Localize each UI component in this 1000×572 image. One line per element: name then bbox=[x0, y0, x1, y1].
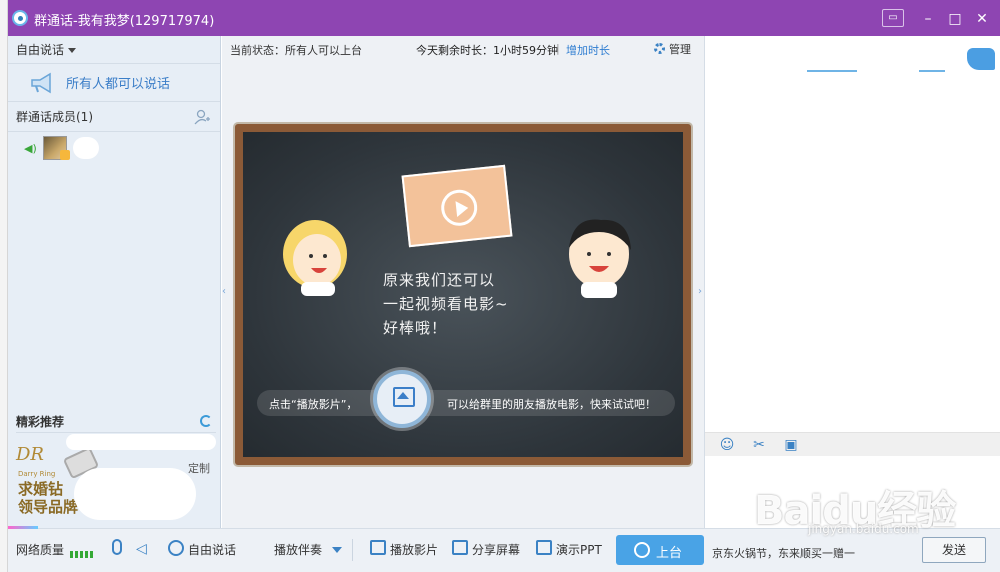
gear-icon bbox=[654, 43, 665, 54]
chat-redacted-line bbox=[807, 70, 857, 72]
recommend-section: 精彩推荐 DR Darry Ring 求婚钻 领导品牌 定制 bbox=[16, 411, 216, 523]
separator: | bbox=[556, 42, 560, 55]
close-icon[interactable]: ✕ bbox=[970, 9, 994, 29]
divider bbox=[352, 539, 353, 561]
member-badge-icon bbox=[60, 150, 70, 160]
mic-icon[interactable] bbox=[112, 539, 122, 555]
present-ppt-button[interactable]: 演示PPT bbox=[556, 541, 602, 558]
scissors-icon[interactable]: ✂ bbox=[751, 437, 767, 453]
collapse-left-icon[interactable]: ‹ bbox=[222, 286, 226, 297]
chalkboard: 原来我们还可以 一起视频看电影~ 好棒哦！ 点击“播放影片”， 可以给群里的朋友… bbox=[235, 124, 691, 465]
chat-redacted-blob bbox=[967, 48, 995, 70]
share-screen-icon bbox=[452, 540, 468, 555]
ad-logo: DR bbox=[16, 444, 44, 465]
ad-logo-sub: Darry Ring bbox=[18, 470, 56, 478]
member-item[interactable]: ◀) bbox=[8, 132, 220, 164]
play-movie-big-button[interactable] bbox=[373, 370, 431, 428]
chalk-message: 原来我们还可以 一起视频看电影~ 好棒哦！ bbox=[383, 268, 509, 340]
play-movie-icon bbox=[370, 540, 386, 555]
signal-icon bbox=[70, 547, 96, 558]
sound-icon: ◀) bbox=[24, 141, 37, 155]
add-member-icon[interactable] bbox=[194, 109, 210, 125]
group-call-window: 群通话-我有我梦(129717974) ▭ – □ ✕ 自由说话 所有人都可以说… bbox=[0, 0, 1000, 572]
members-header: 群通话成员(1) bbox=[8, 102, 220, 132]
main-stage: 当前状态：所有人可以上台 今天剩余时长：1小时59分钟 | 增加时长 管理 ‹ … bbox=[222, 36, 704, 528]
chat-redacted-line-2 bbox=[919, 70, 945, 72]
collapse-right-icon[interactable]: › bbox=[698, 286, 702, 297]
chat-panel: ☺ ✂ ▣ bbox=[704, 36, 1000, 528]
chalk-line-3: 好棒哦！ bbox=[383, 319, 448, 337]
member-name-redacted bbox=[72, 137, 99, 159]
chat-toolbar: ☺ ✂ ▣ bbox=[705, 432, 1000, 456]
ad-redacted-top bbox=[66, 434, 216, 450]
stage-icon bbox=[634, 542, 650, 558]
girl-illustration bbox=[283, 220, 347, 296]
window-left-edge bbox=[0, 0, 8, 572]
app-logo-icon bbox=[12, 10, 28, 26]
chalk-line-1: 原来我们还可以 bbox=[383, 271, 496, 289]
play-icon bbox=[439, 187, 479, 228]
status-bar: 当前状态：所有人可以上台 今天剩余时长：1小时59分钟 | 增加时长 管理 bbox=[222, 36, 704, 62]
watermark-sub: jingyan.baidu.com bbox=[808, 522, 919, 536]
speaker-icon[interactable]: ◁ bbox=[136, 541, 147, 557]
minimize-icon[interactable]: – bbox=[916, 9, 940, 29]
video-card-illustration bbox=[401, 164, 513, 248]
hint-right: 可以给群里的朋友播放电影，快来试试吧！ bbox=[447, 398, 656, 411]
refresh-icon[interactable] bbox=[200, 415, 212, 427]
maximize-icon[interactable]: □ bbox=[943, 9, 967, 29]
title-bar: 群通话-我有我梦(129717974) ▭ – □ ✕ bbox=[0, 0, 1000, 36]
left-panel: 自由说话 所有人都可以说话 群通话成员(1) ◀) 精彩推荐 DR Darry … bbox=[8, 36, 221, 528]
current-status: 当前状态：所有人可以上台 bbox=[230, 44, 362, 57]
boy-illustration bbox=[569, 219, 631, 298]
free-talk-button[interactable]: 自由说话 bbox=[188, 541, 236, 558]
chalkboard-surface: 原来我们还可以 一起视频看电影~ 好棒哦！ 点击“播放影片”， 可以给群里的朋友… bbox=[243, 132, 683, 457]
ad-redacted-bottom bbox=[74, 468, 196, 520]
chalk-line-2: 一起视频看电影~ bbox=[383, 295, 509, 313]
rainbow-accent bbox=[8, 526, 38, 529]
manage-button[interactable]: 管理 bbox=[654, 41, 691, 57]
megaphone-icon bbox=[31, 72, 51, 93]
remaining-time: 今天剩余时长：1小时59分钟 bbox=[416, 44, 558, 57]
ppt-icon bbox=[536, 540, 552, 555]
recommend-title: 精彩推荐 bbox=[16, 411, 216, 433]
add-time-link[interactable]: 增加时长 bbox=[566, 42, 610, 58]
chevron-down-icon bbox=[68, 48, 77, 53]
chevron-down-icon[interactable] bbox=[332, 547, 342, 553]
ad-custom-label: 定制 bbox=[188, 462, 210, 475]
speak-status-label: 所有人都可以说话 bbox=[66, 77, 171, 92]
play-movie-hint: 点击“播放影片”， 可以给群里的朋友播放电影，快来试试吧！ bbox=[257, 390, 675, 416]
stage-label: 上台 bbox=[656, 546, 683, 561]
hint-left: 点击“播放影片”， bbox=[269, 398, 358, 411]
ad-banner[interactable]: DR Darry Ring 求婚钻 领导品牌 定制 bbox=[16, 434, 216, 523]
play-movie-button[interactable]: 播放影片 bbox=[390, 541, 438, 558]
skin-icon[interactable]: ▭ bbox=[882, 9, 904, 27]
send-button[interactable]: 发送 bbox=[922, 537, 986, 563]
mode-selector[interactable]: 自由说话 bbox=[8, 36, 220, 64]
emoji-icon[interactable]: ☺ bbox=[719, 437, 735, 453]
window-title: 群通话-我有我梦(129717974) bbox=[34, 14, 215, 29]
image-icon[interactable]: ▣ bbox=[783, 437, 799, 453]
stage-button[interactable]: 上台 bbox=[616, 535, 704, 565]
free-talk-icon bbox=[168, 540, 184, 556]
accompany-button[interactable]: 播放伴奏 bbox=[274, 541, 322, 558]
speak-status: 所有人都可以说话 bbox=[8, 64, 220, 102]
network-quality-label: 网络质量 bbox=[16, 543, 65, 557]
mode-label: 自由说话 bbox=[16, 43, 65, 57]
share-screen-button[interactable]: 分享屏幕 bbox=[472, 541, 520, 558]
members-title: 群通话成员(1) bbox=[16, 110, 93, 124]
chat-ad-line[interactable]: 京东火锅节，东来顺买一赠一 bbox=[712, 545, 855, 561]
